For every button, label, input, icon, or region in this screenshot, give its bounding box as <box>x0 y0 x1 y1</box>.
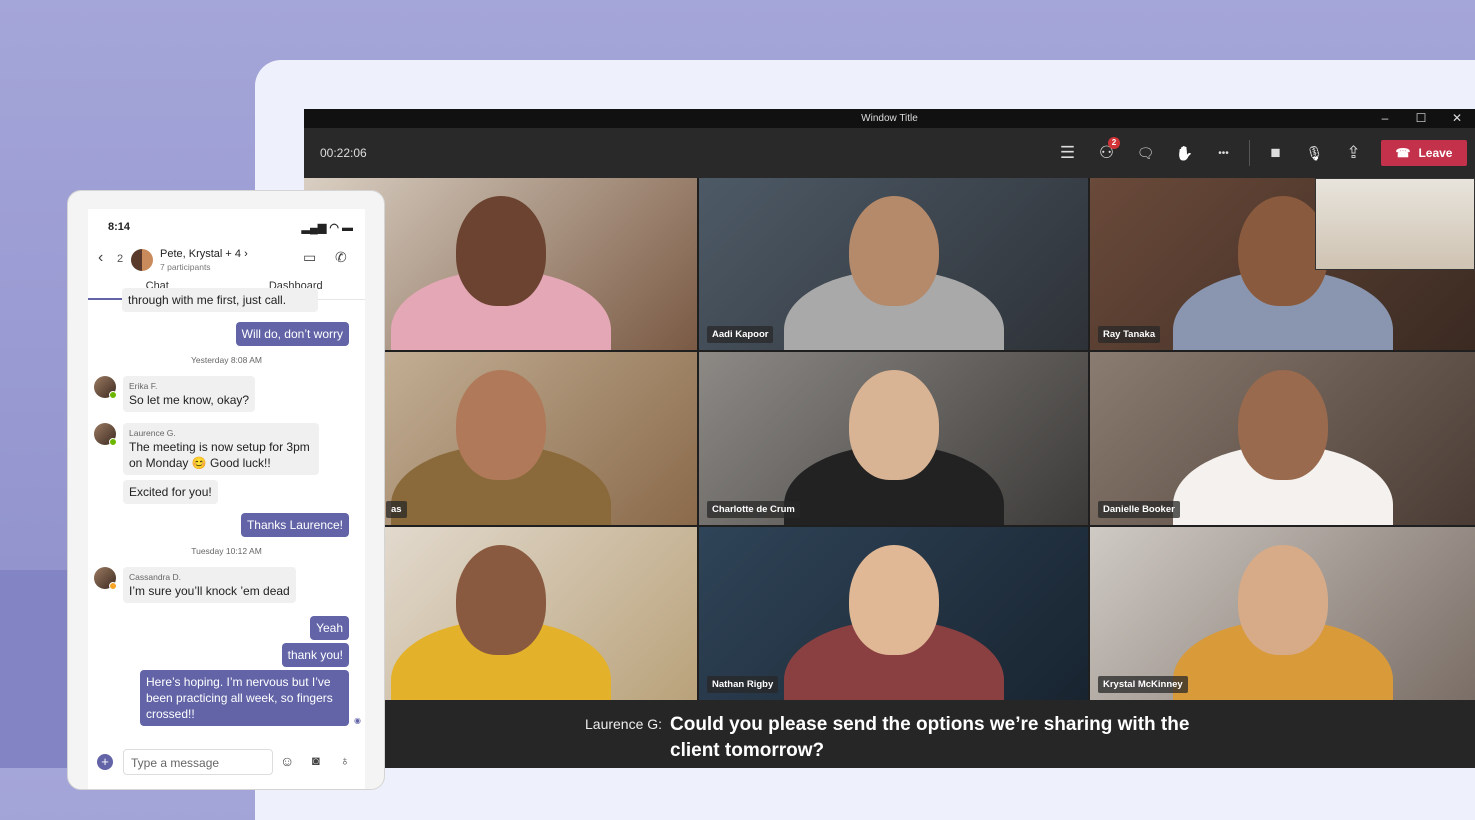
presence-icon <box>109 391 117 399</box>
participant-video <box>848 370 939 480</box>
avatar <box>94 376 117 399</box>
share-screen-icon[interactable]: ⇪ <box>1334 143 1373 163</box>
participant-video <box>1237 370 1328 480</box>
participant-video <box>1237 196 1328 306</box>
maximize-button[interactable]: ☐ <box>1403 109 1439 128</box>
message: Here’s hoping. I’m nervous but I’ve been… <box>140 670 349 726</box>
back-count: 2 <box>117 253 124 265</box>
participant-name: Ray Tanaka <box>1098 326 1161 343</box>
video-tile[interactable]: Ray Tanaka <box>1090 178 1475 350</box>
read-receipt-icon: ◉ <box>354 716 361 725</box>
camera-icon[interactable]: ■ <box>1256 143 1295 163</box>
message: Will do, don’t worry <box>235 322 349 346</box>
meeting-timer: 00:22:06 <box>320 146 367 160</box>
participant-video <box>848 196 939 306</box>
chat-icon[interactable]: 🗨 <box>1126 145 1165 162</box>
avatar <box>94 423 117 446</box>
minimize-button[interactable]: – <box>1367 109 1403 128</box>
avatar <box>94 567 117 590</box>
message: Erika F. So let me know, okay? <box>123 376 256 412</box>
leave-button[interactable]: ☎ Leave <box>1381 140 1467 166</box>
camera-icon[interactable]: ◙ <box>312 753 320 768</box>
participant-name: Charlotte de Crum <box>707 501 800 518</box>
video-call-icon[interactable]: ▭ <box>303 249 316 266</box>
participant-video <box>455 545 546 655</box>
video-tile[interactable]: Nathan Rigby <box>699 527 1088 700</box>
participant-name: Nathan Rigby <box>707 676 779 693</box>
participant-name: Danielle Booker <box>1098 501 1180 518</box>
message-list: through with me first, just call. Will d… <box>88 288 365 750</box>
chat-title[interactable]: Pete, Krystal + 4 › <box>160 248 248 260</box>
video-tile[interactable]: Charlotte de Crum <box>699 352 1088 525</box>
live-caption: Laurence G: Could you please send the op… <box>304 700 1475 768</box>
back-icon[interactable]: ‹ <box>98 249 103 267</box>
caption-speaker: Laurence G: <box>585 716 663 732</box>
participant-video <box>848 545 939 655</box>
meeting-toolbar: 00:22:06 ☰ ⚇ 2 🗨 ✋ ••• ■ 🎙 ⇪ ☎ Leave <box>304 128 1475 178</box>
presence-icon <box>109 582 117 590</box>
chat-header: ‹ 2 Pete, Krystal + 4 › 7 participants ▭… <box>88 245 365 275</box>
raise-hand-icon[interactable]: ✋ <box>1165 145 1204 162</box>
participant-video <box>1237 545 1328 655</box>
message: Laurence G. The meeting is now setup for … <box>123 423 319 475</box>
group-avatar <box>131 249 153 271</box>
message: Thanks Laurence! <box>240 513 349 537</box>
sender-name: Erika F. <box>129 381 158 391</box>
timestamp: Tuesday 10:12 AM <box>191 546 262 556</box>
video-tile[interactable]: Danielle Booker <box>1090 352 1475 525</box>
sender-name: Cassandra D. <box>129 572 181 582</box>
message-input[interactable]: Type a message <box>123 749 273 775</box>
toolbar-divider <box>1249 140 1250 166</box>
timestamp: Yesterday 8:08 AM <box>190 355 263 365</box>
leave-label: Leave <box>1418 146 1453 160</box>
participant-name: as <box>386 501 407 518</box>
mobile-device: 8:14 ▂▄▆ ◠ ▬ ‹ 2 Pete, Krystal + 4 › 7 p… <box>67 190 385 790</box>
window-title: Window Title <box>861 113 918 124</box>
message-text: I’m sure you’ll knock ’em dead <box>129 584 290 598</box>
participant-video <box>455 370 546 480</box>
message-text: So let me know, okay? <box>129 393 250 407</box>
caption-text: Could you please send the options we’re … <box>670 714 1190 761</box>
mic-icon[interactable]: 🎙 <box>1295 145 1334 162</box>
message: Yeah <box>310 616 349 640</box>
microphone-icon[interactable]: ♁ <box>340 753 350 768</box>
more-icon[interactable]: ••• <box>1204 148 1243 159</box>
participants-badge: 2 <box>1108 137 1120 149</box>
chat-subtitle: 7 participants <box>160 262 211 272</box>
video-tile[interactable]: Aadi Kapoor <box>699 178 1088 350</box>
signal-wifi-battery-icon: ▂▄▆ ◠ ▬ <box>301 221 353 234</box>
meeting-window: Window Title – ☐ ✕ 00:22:06 ☰ ⚇ 2 🗨 ✋ •••… <box>304 109 1475 768</box>
participant-video <box>455 196 546 306</box>
message: Cassandra D. I’m sure you’ll knock ’em de… <box>123 567 296 603</box>
sender-name: Laurence G. <box>129 428 176 438</box>
emoji-icon[interactable]: ☺ <box>280 753 294 769</box>
status-bar: 8:14 ▂▄▆ ◠ ▬ <box>88 209 365 245</box>
phone-call-icon[interactable]: ✆ <box>335 249 347 266</box>
participant-name: Krystal McKinney <box>1098 676 1188 693</box>
compose-bar: + Type a message ☺ ◙ ♁ <box>88 747 365 787</box>
video-tile[interactable]: Krystal McKinney <box>1090 527 1475 700</box>
clock: 8:14 <box>108 221 131 233</box>
participant-name: Aadi Kapoor <box>707 326 774 343</box>
participants-icon[interactable]: ⚇ 2 <box>1087 137 1126 163</box>
presence-icon <box>109 438 117 446</box>
close-button[interactable]: ✕ <box>1439 109 1475 128</box>
hang-up-icon: ☎ <box>1395 146 1411 160</box>
mobile-screen: 8:14 ▂▄▆ ◠ ▬ ‹ 2 Pete, Krystal + 4 › 7 p… <box>88 209 365 789</box>
list-icon[interactable]: ☰ <box>1048 143 1087 163</box>
message: through with me first, just call. <box>122 288 318 312</box>
message: Excited for you! <box>123 480 218 504</box>
video-grid: Aadi Kapoor Ray Tanaka as Charlotte de Crum… <box>304 178 1475 700</box>
self-view-video <box>1315 178 1475 270</box>
message-text: The meeting is now setup for 3pm on Mond… <box>129 440 310 470</box>
message: thank you! <box>281 643 349 667</box>
title-bar: Window Title – ☐ ✕ <box>304 109 1475 128</box>
